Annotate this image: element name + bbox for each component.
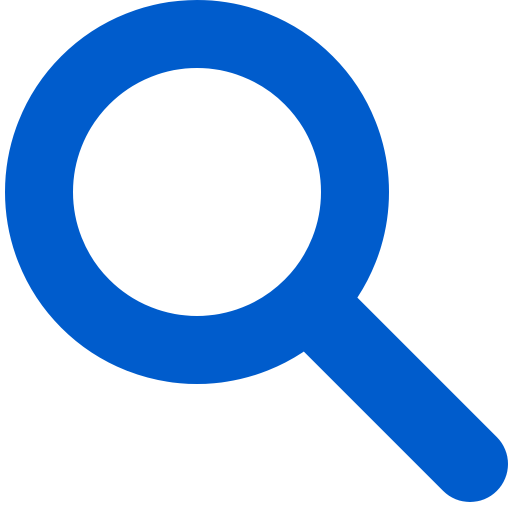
search-icon xyxy=(5,0,508,502)
icon-canvas xyxy=(0,0,512,512)
magnifier-handle xyxy=(290,284,508,502)
